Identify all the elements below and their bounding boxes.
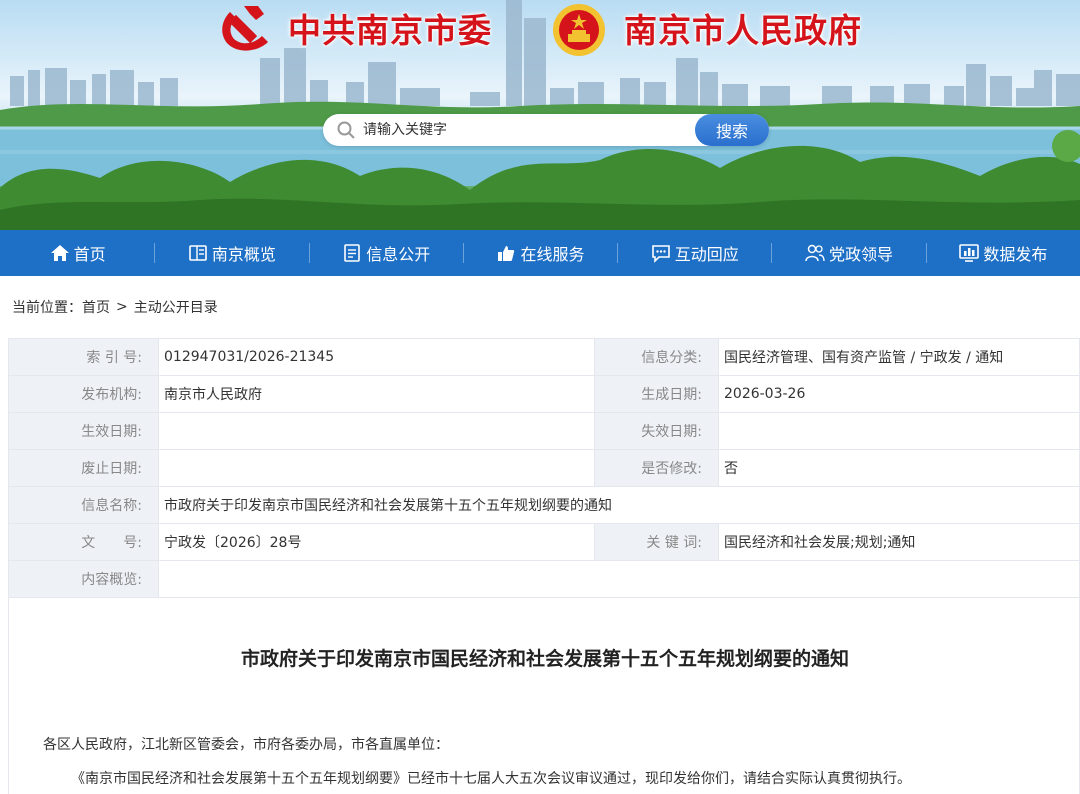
breadcrumb-home-link[interactable]: 首页 <box>82 297 110 317</box>
search-icon <box>331 115 361 145</box>
nav-item-label: 数据发布 <box>983 245 1048 264</box>
nav-item-label: 互动回应 <box>674 245 739 264</box>
breadcrumb: 当前位置： 首页 > 主动公开目录 <box>0 276 1080 338</box>
expiry-date-label: 失效日期: <box>594 412 719 450</box>
table-row: 生效日期: 失效日期: <box>8 412 1080 450</box>
document-icon <box>341 242 363 264</box>
table-row: 废止日期: 是否修改: 否 <box>8 449 1080 487</box>
thumbs-up-icon <box>495 242 517 264</box>
search-input[interactable] <box>363 122 703 138</box>
expiry-date-value <box>718 412 1080 450</box>
nav-item-label: 南京概览 <box>211 245 276 264</box>
keywords-label: 关 键 词: <box>594 523 719 561</box>
summary-label: 内容概览: <box>8 560 159 598</box>
created-date-label: 生成日期: <box>594 375 719 413</box>
effective-date-label: 生效日期: <box>8 412 159 450</box>
nav-item-label: 首页 <box>73 245 106 264</box>
home-icon <box>49 242 71 264</box>
nav-item-disclosure[interactable]: 信息公开 <box>308 230 463 276</box>
table-row: 信息名称: 市政府关于印发南京市国民经济和社会发展第十五个五年规划纲要的通知 <box>8 486 1080 524</box>
national-emblem-icon <box>553 4 605 56</box>
modified-label: 是否修改: <box>594 449 719 487</box>
table-row: 索 引 号: 012947031/2026-21345 信息分类: 国民经济管理… <box>8 338 1080 376</box>
document-info-table: 索 引 号: 012947031/2026-21345 信息分类: 国民经济管理… <box>8 338 1080 598</box>
breadcrumb-current-link[interactable]: 主动公开目录 <box>134 297 218 317</box>
effective-date-value <box>158 412 595 450</box>
keywords-value: 国民经济和社会发展;规划;通知 <box>718 523 1080 561</box>
overview-icon <box>187 242 209 264</box>
info-name-value: 市政府关于印发南京市国民经济和社会发展第十五个五年规划纲要的通知 <box>158 486 1080 524</box>
document-number-value: 宁政发〔2026〕28号 <box>158 523 595 561</box>
header-banner: 中共南京市委 南京市人民政府 搜索 <box>0 0 1080 230</box>
breadcrumb-prefix: 当前位置： <box>12 300 82 316</box>
table-row: 内容概览: <box>8 560 1080 598</box>
article-paragraph: 《南京市国民经济和社会发展第十五个五年规划纲要》已经市十七届人大五次会议审议通过… <box>71 771 911 787</box>
nav-item-data-release[interactable]: 数据发布 <box>925 230 1080 276</box>
party-brand: 中共南京市委 <box>214 4 492 52</box>
index-value: 012947031/2026-21345 <box>158 338 595 376</box>
nav-item-online-service[interactable]: 在线服务 <box>462 230 617 276</box>
government-brand: 南京市人民政府 <box>624 4 862 52</box>
article-body: 市政府关于印发南京市国民经济和社会发展第十五个五年规划纲要的通知 各区人民政府，… <box>8 598 1080 794</box>
search-bar: 搜索 <box>323 114 769 146</box>
table-row: 发布机构: 南京市人民政府 生成日期: 2026-03-26 <box>8 375 1080 413</box>
article-salutation: 各区人民政府，江北新区管委会，市府各委办局，市各直属单位： <box>43 737 449 753</box>
info-name-label: 信息名称: <box>8 486 159 524</box>
publisher-value: 南京市人民政府 <box>158 375 595 413</box>
article-title: 市政府关于印发南京市国民经济和社会发展第十五个五年规划纲要的通知 <box>240 648 849 670</box>
repeal-date-value <box>158 449 595 487</box>
document-number-label: 文 号: <box>8 523 159 561</box>
chat-icon <box>650 242 672 264</box>
main-nav: 首页 南京概览 信息公开 在线服务 互动回应 党政领导 数据发布 <box>0 230 1080 276</box>
table-row: 文 号: 宁政发〔2026〕28号 关 键 词: 国民经济和社会发展;规划;通知 <box>8 523 1080 561</box>
publisher-label: 发布机构: <box>8 375 159 413</box>
people-icon <box>804 242 826 264</box>
nav-item-label: 在线服务 <box>520 245 585 264</box>
nav-item-leadership[interactable]: 党政领导 <box>771 230 925 276</box>
brand-government-text: 南京市人民政府 <box>624 11 862 50</box>
created-date-value: 2026-03-26 <box>718 375 1080 413</box>
category-value: 国民经济管理、国有资产监管 / 宁政发 / 通知 <box>718 338 1080 376</box>
search-button[interactable]: 搜索 <box>695 114 769 146</box>
nav-item-overview[interactable]: 南京概览 <box>154 230 308 276</box>
nav-item-label: 信息公开 <box>366 245 431 264</box>
party-emblem-icon <box>222 6 268 51</box>
nav-item-interaction[interactable]: 互动回应 <box>617 230 771 276</box>
brand-party-text: 中共南京市委 <box>288 11 492 50</box>
nav-item-label: 党政领导 <box>829 245 894 264</box>
chart-icon <box>958 242 980 264</box>
index-label: 索 引 号: <box>8 338 159 376</box>
category-label: 信息分类: <box>594 338 719 376</box>
modified-value: 否 <box>718 449 1080 487</box>
nav-item-home[interactable]: 首页 <box>0 230 154 276</box>
breadcrumb-separator: > <box>116 299 128 315</box>
summary-value <box>158 560 1080 598</box>
repeal-date-label: 废止日期: <box>8 449 159 487</box>
